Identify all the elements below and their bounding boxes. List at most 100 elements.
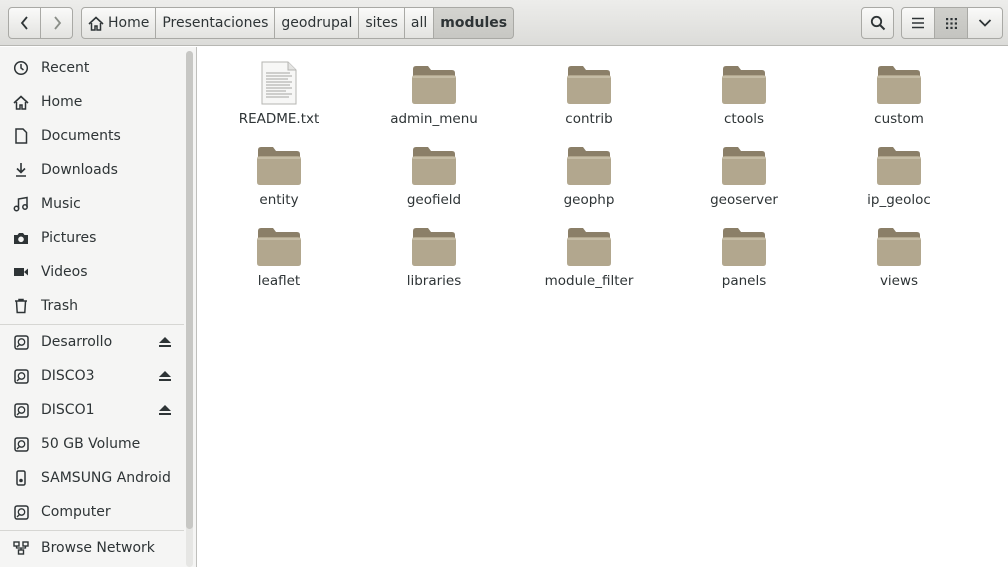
sidebar-item-label: Videos bbox=[41, 264, 88, 280]
file-name: leaflet bbox=[257, 273, 301, 289]
file-name: ip_geoloc bbox=[867, 192, 931, 208]
folder-icon bbox=[720, 57, 768, 105]
folder-icon bbox=[410, 57, 458, 105]
eject-icon[interactable] bbox=[157, 368, 173, 384]
sidebar-item-desarrollo[interactable]: Desarrollo bbox=[0, 325, 184, 359]
folder-icon bbox=[410, 219, 458, 267]
sidebar-item-pictures[interactable]: Pictures bbox=[0, 221, 184, 255]
crumb-sites[interactable]: sites bbox=[359, 7, 405, 39]
sidebar-item-videos[interactable]: Videos bbox=[0, 255, 184, 289]
folder-item[interactable]: geophp bbox=[519, 130, 659, 208]
document-icon bbox=[12, 127, 30, 145]
chevron-right-icon bbox=[52, 16, 62, 30]
folder-item[interactable]: module_filter bbox=[519, 211, 659, 289]
file-name: libraries bbox=[406, 273, 462, 289]
folder-icon bbox=[565, 219, 613, 267]
sidebar-item-label: Recent bbox=[41, 60, 90, 76]
sidebar-item-label: DISCO3 bbox=[41, 368, 95, 384]
sidebar-item-samsung-android[interactable]: SAMSUNG Android bbox=[0, 461, 184, 495]
sidebar-item-label: Desarrollo bbox=[41, 334, 113, 350]
folder-icon bbox=[565, 57, 613, 105]
list-view-button[interactable] bbox=[901, 7, 935, 39]
trash-icon bbox=[12, 297, 30, 315]
folder-item[interactable]: entity bbox=[209, 130, 349, 208]
folder-item[interactable]: leaflet bbox=[209, 211, 349, 289]
folder-icon bbox=[875, 138, 923, 186]
sidebar-item-downloads[interactable]: Downloads bbox=[0, 153, 184, 187]
folder-item[interactable]: contrib bbox=[519, 49, 659, 127]
file-name: module_filter bbox=[544, 273, 634, 289]
back-button[interactable] bbox=[8, 7, 41, 39]
text-file-icon bbox=[255, 57, 303, 105]
sidebar-scroll-thumb[interactable] bbox=[186, 51, 193, 529]
forward-button[interactable] bbox=[40, 7, 73, 39]
drive-icon bbox=[12, 435, 30, 453]
crumb-label: sites bbox=[365, 15, 398, 31]
music-icon bbox=[12, 195, 30, 213]
eject-icon[interactable] bbox=[157, 334, 173, 350]
file-name: entity bbox=[259, 192, 299, 208]
folder-item[interactable]: panels bbox=[674, 211, 814, 289]
file-name: geoserver bbox=[710, 192, 778, 208]
sidebar-scrollbar[interactable] bbox=[186, 51, 193, 567]
network-icon bbox=[12, 539, 30, 557]
sidebar-item-home[interactable]: Home bbox=[0, 85, 184, 119]
folder-item[interactable]: libraries bbox=[364, 211, 504, 289]
sidebar-item-label: DISCO1 bbox=[41, 402, 95, 418]
sidebar-item-label: Pictures bbox=[41, 230, 97, 246]
sidebar-item-disco3[interactable]: DISCO3 bbox=[0, 359, 184, 393]
sidebar-item-documents[interactable]: Documents bbox=[0, 119, 184, 153]
sidebar-item-label: Documents bbox=[41, 128, 121, 144]
eject-icon[interactable] bbox=[157, 402, 173, 418]
sidebar-item-50gb-volume[interactable]: 50 GB Volume bbox=[0, 427, 184, 461]
crumb-label: Presentaciones bbox=[162, 15, 269, 31]
drive-icon bbox=[12, 503, 30, 521]
file-name: geophp bbox=[563, 192, 615, 208]
crumb-all[interactable]: all bbox=[404, 7, 435, 39]
search-button[interactable] bbox=[861, 7, 894, 39]
chevron-down-icon bbox=[978, 18, 992, 28]
sidebar-item-recent[interactable]: Recent bbox=[0, 51, 184, 85]
sidebar-item-disco1[interactable]: DISCO1 bbox=[0, 393, 184, 427]
folder-icon bbox=[255, 138, 303, 186]
folder-icon bbox=[720, 138, 768, 186]
folder-item[interactable]: custom bbox=[829, 49, 969, 127]
file-name: panels bbox=[721, 273, 767, 289]
folder-item[interactable]: ip_geoloc bbox=[829, 130, 969, 208]
drive-icon bbox=[12, 401, 30, 419]
folder-item[interactable]: views bbox=[829, 211, 969, 289]
folder-item[interactable]: geofield bbox=[364, 130, 504, 208]
file-item-readme[interactable]: README.txt bbox=[209, 49, 349, 127]
folder-item[interactable]: ctools bbox=[674, 49, 814, 127]
file-name: geofield bbox=[406, 192, 462, 208]
folder-item[interactable]: admin_menu bbox=[364, 49, 504, 127]
camera-icon bbox=[12, 229, 30, 247]
file-name: views bbox=[879, 273, 919, 289]
folder-icon bbox=[565, 138, 613, 186]
crumb-label: all bbox=[410, 15, 428, 31]
drive-icon bbox=[12, 367, 30, 385]
crumb-modules[interactable]: modules bbox=[434, 7, 515, 39]
folder-item[interactable]: geoserver bbox=[674, 130, 814, 208]
folder-icon bbox=[255, 219, 303, 267]
sidebar: Recent Home Documents Downloads Music Pi… bbox=[0, 47, 197, 567]
download-icon bbox=[12, 161, 30, 179]
file-grid: README.txt admin_menu contrib ctools cus… bbox=[198, 47, 1008, 567]
sidebar-item-label: Computer bbox=[41, 504, 111, 520]
sidebar-item-trash[interactable]: Trash bbox=[0, 289, 184, 323]
search-icon bbox=[870, 15, 886, 31]
crumb-label: Home bbox=[108, 15, 150, 31]
home-icon bbox=[88, 15, 104, 31]
crumb-home[interactable]: Home bbox=[81, 7, 157, 39]
file-name: contrib bbox=[565, 111, 613, 127]
view-menu-button[interactable] bbox=[967, 7, 1003, 39]
sidebar-item-label: Browse Network bbox=[41, 540, 155, 556]
list-view-icon bbox=[911, 17, 925, 29]
sidebar-item-browse-network[interactable]: Browse Network bbox=[0, 531, 184, 565]
crumb-presentaciones[interactable]: Presentaciones bbox=[156, 7, 276, 39]
grid-view-button[interactable] bbox=[934, 7, 968, 39]
sidebar-item-computer[interactable]: Computer bbox=[0, 495, 184, 529]
phone-icon bbox=[12, 469, 30, 487]
sidebar-item-music[interactable]: Music bbox=[0, 187, 184, 221]
crumb-geodrupal[interactable]: geodrupal bbox=[275, 7, 360, 39]
